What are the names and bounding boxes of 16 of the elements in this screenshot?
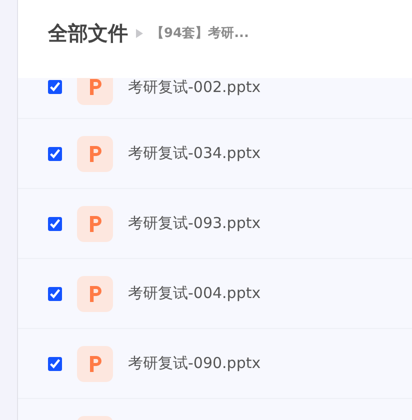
- file-checkbox[interactable]: [48, 286, 62, 300]
- file-checkbox[interactable]: [48, 216, 62, 230]
- file-name[interactable]: 考研复试-090.pptx: [128, 354, 261, 373]
- presentation-file-icon: [77, 346, 113, 382]
- file-name[interactable]: 考研复试-004.pptx: [128, 284, 261, 303]
- file-checkbox[interactable]: [48, 80, 62, 94]
- file-checkbox[interactable]: [48, 356, 62, 370]
- file-name[interactable]: 考研复试-093.pptx: [128, 214, 261, 233]
- file-checkbox[interactable]: [48, 146, 62, 160]
- page-title: 全部文件: [48, 20, 128, 46]
- breadcrumb-arrow-icon: [136, 28, 143, 38]
- presentation-file-icon: [77, 276, 113, 312]
- presentation-file-icon: [77, 206, 113, 242]
- presentation-file-icon: [77, 136, 113, 172]
- file-name[interactable]: 考研复试-034.pptx: [128, 144, 261, 163]
- file-name[interactable]: 考研复试-002.pptx: [128, 78, 261, 96]
